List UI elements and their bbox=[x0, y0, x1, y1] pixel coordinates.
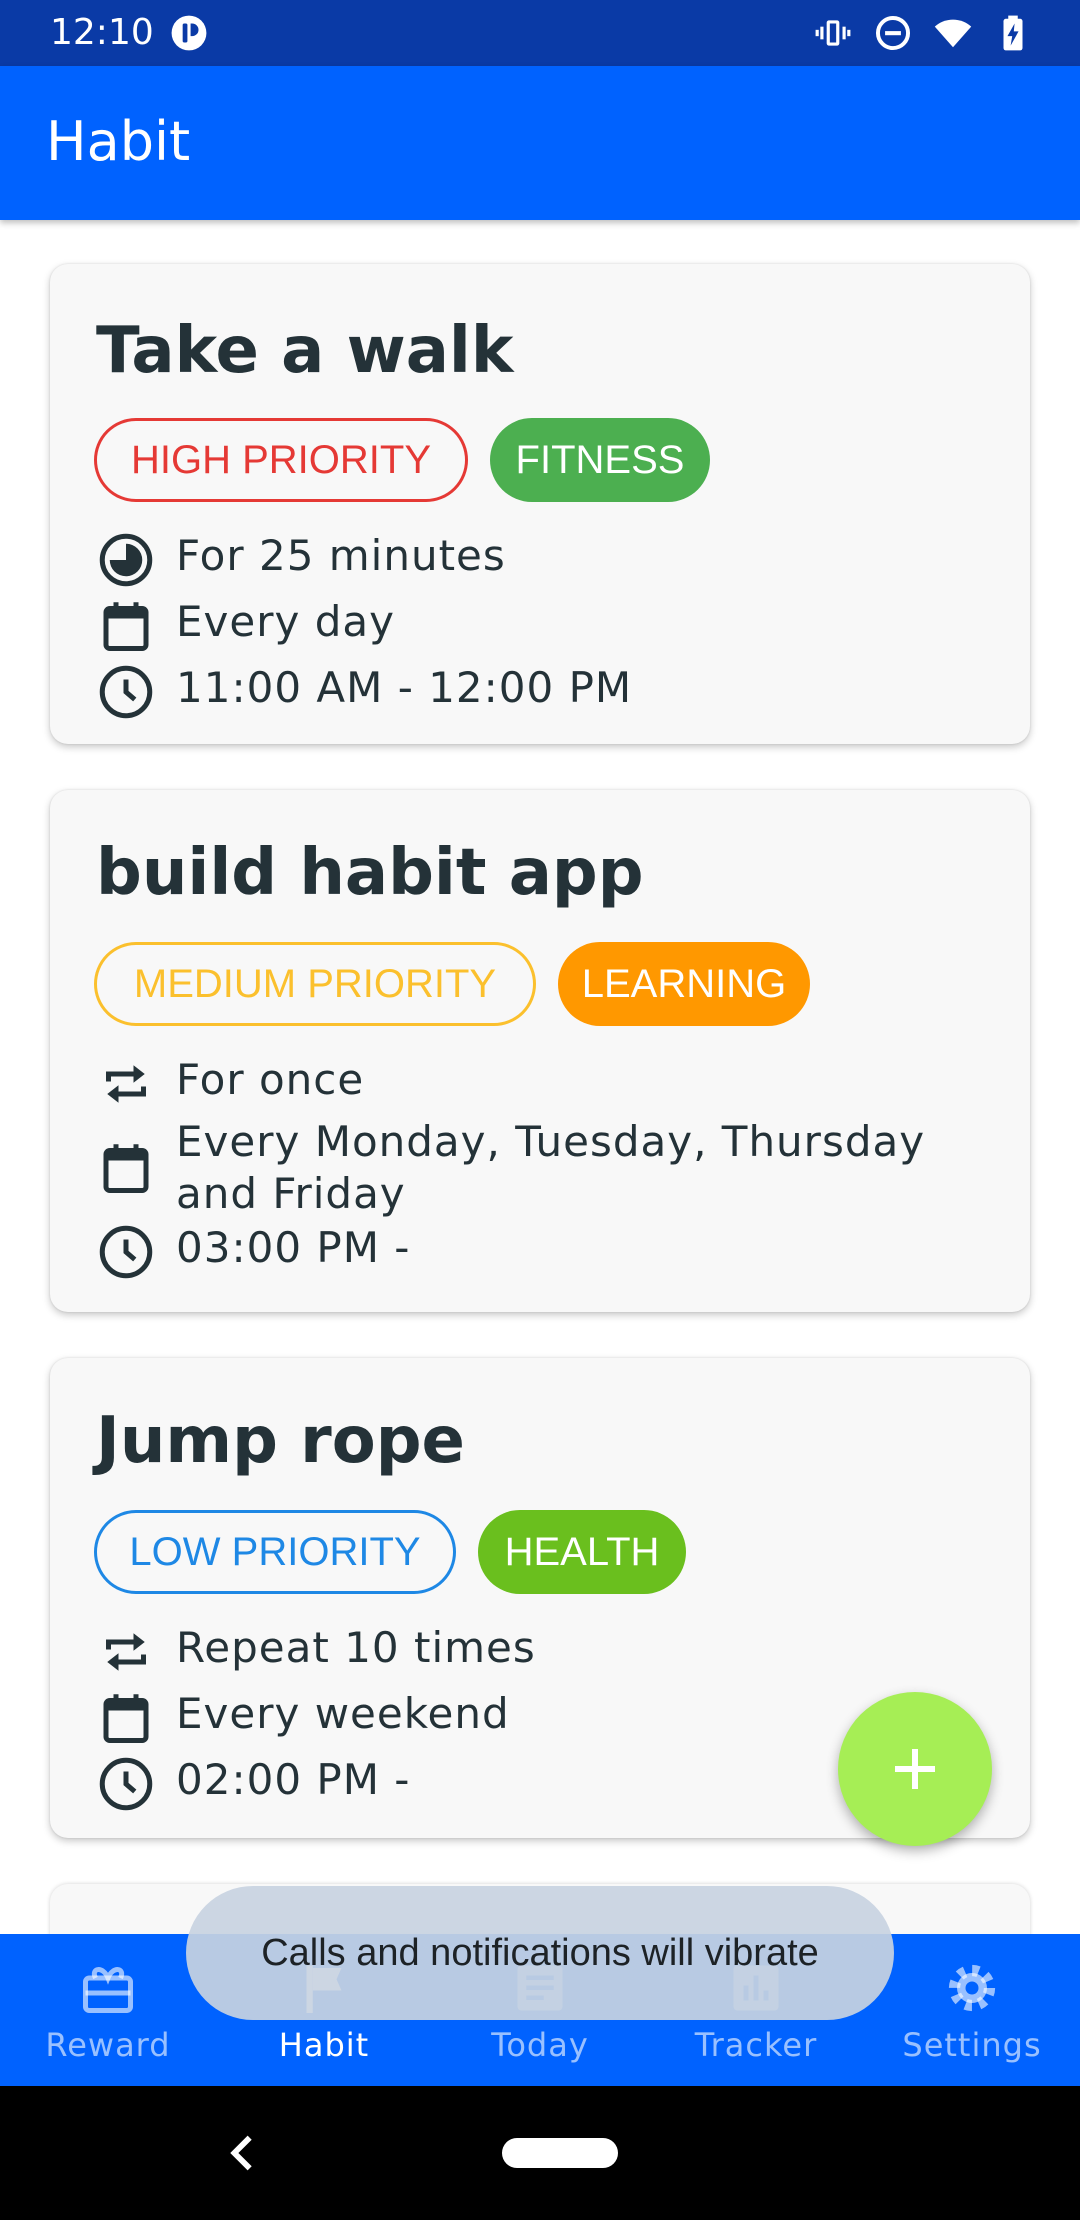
timer-icon bbox=[96, 530, 156, 590]
time-text: 03:00 PM - bbox=[176, 1223, 411, 1272]
duration-text: For 25 minutes bbox=[176, 531, 506, 580]
wifi-icon bbox=[934, 19, 972, 48]
add-habit-button[interactable] bbox=[838, 1692, 992, 1846]
home-button[interactable] bbox=[502, 2138, 618, 2168]
schedule-row: Every Monday, Tuesday, Thursday and Frid… bbox=[96, 1116, 976, 1220]
status-time: 12:10 bbox=[50, 12, 154, 53]
habit-title: Take a walk bbox=[96, 314, 514, 388]
gift-icon bbox=[83, 1967, 133, 2013]
duration-row: Repeat 10 times bbox=[96, 1622, 976, 1682]
gear-icon bbox=[948, 1964, 996, 2012]
clock-icon bbox=[96, 1222, 156, 1282]
nav-item-reward[interactable]: Reward bbox=[0, 1934, 216, 2086]
calendar-icon bbox=[96, 596, 156, 656]
schedule-row: Every day bbox=[96, 596, 976, 656]
repeat-icon bbox=[96, 1622, 156, 1682]
duration-text: For once bbox=[176, 1055, 365, 1104]
habit-card-take-a-walk[interactable]: Take a walk HIGH PRIORITY FITNESS For 25… bbox=[50, 264, 1030, 744]
priority-badge: MEDIUM PRIORITY bbox=[94, 942, 536, 1026]
system-nav-bar bbox=[0, 2086, 1080, 2220]
nav-label: Settings bbox=[902, 2026, 1042, 2064]
schedule-text: Every Monday, Tuesday, Thursday and Frid… bbox=[176, 1117, 926, 1218]
nav-label: Habit bbox=[278, 2026, 370, 2064]
duration-text: Repeat 10 times bbox=[176, 1623, 536, 1672]
calendar-icon bbox=[96, 1688, 156, 1748]
battery-icon bbox=[1003, 15, 1023, 51]
clock-icon bbox=[96, 662, 156, 722]
time-row: 11:00 AM - 12:00 PM bbox=[96, 662, 976, 722]
nav-label: Tracker bbox=[694, 2026, 818, 2064]
priority-badge: LOW PRIORITY bbox=[94, 1510, 456, 1594]
status-bar: 12:10 bbox=[0, 0, 1080, 66]
do-not-disturb-icon bbox=[875, 15, 911, 51]
nav-item-settings[interactable]: Settings bbox=[864, 1934, 1080, 2086]
calendar-icon bbox=[96, 1138, 156, 1198]
schedule-text: Every day bbox=[176, 597, 395, 646]
habit-title: Jump rope bbox=[96, 1404, 465, 1478]
time-text: 11:00 AM - 12:00 PM bbox=[176, 663, 633, 712]
toast-message: Calls and notifications will vibrate bbox=[186, 1886, 894, 2020]
app-notification-icon bbox=[171, 15, 207, 51]
plus-icon bbox=[895, 1749, 935, 1789]
nav-label: Today bbox=[491, 2026, 589, 2064]
app-bar: Habit bbox=[0, 66, 1080, 220]
nav-label: Reward bbox=[45, 2026, 171, 2064]
time-row: 03:00 PM - bbox=[96, 1222, 976, 1282]
category-badge: HEALTH bbox=[478, 1510, 686, 1594]
category-badge: FITNESS bbox=[490, 418, 710, 502]
back-icon[interactable] bbox=[222, 2130, 262, 2176]
habit-title: build habit app bbox=[96, 836, 644, 910]
priority-badge: HIGH PRIORITY bbox=[94, 418, 468, 502]
vibrate-icon bbox=[815, 20, 851, 46]
clock-icon bbox=[96, 1754, 156, 1814]
duration-row: For once bbox=[96, 1054, 976, 1114]
page-title: Habit bbox=[46, 110, 191, 173]
repeat-icon bbox=[96, 1054, 156, 1114]
duration-row: For 25 minutes bbox=[96, 530, 976, 590]
category-badge: LEARNING bbox=[558, 942, 810, 1026]
habit-card-build-habit-app[interactable]: build habit app MEDIUM PRIORITY LEARNING… bbox=[50, 790, 1030, 1312]
